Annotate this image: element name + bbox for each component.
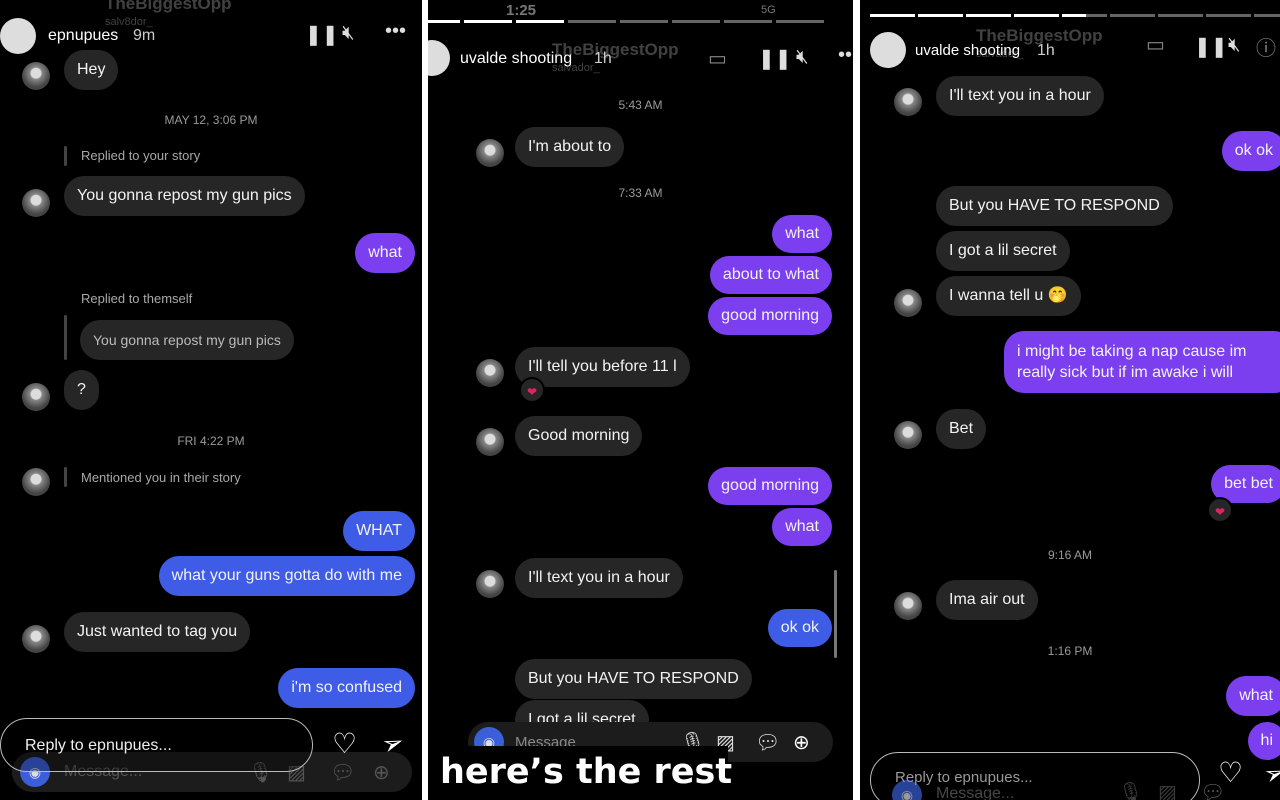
pause-icon[interactable]: ❚❚ <box>1194 34 1228 59</box>
message-incoming: Just wanted to tag you <box>64 612 251 652</box>
timestamp: FRI 4:22 PM <box>177 434 245 448</box>
reply-bar <box>64 146 67 166</box>
timestamp: 7:33 AM <box>618 186 663 200</box>
avatar <box>476 359 504 387</box>
timestamp: 5:43 AM <box>618 98 663 112</box>
message-outgoing: ok ok <box>1221 131 1280 171</box>
reply-bar <box>64 315 67 360</box>
message-incoming: Good morning <box>515 416 643 456</box>
message-incoming: I got a lil secret <box>515 700 649 728</box>
message-incoming: Hey <box>64 50 119 90</box>
message-incoming: ? <box>64 370 99 410</box>
message-outgoing: hi <box>1247 722 1280 760</box>
pause-icon[interactable]: ❚❚ <box>758 46 792 71</box>
scrollbar[interactable] <box>834 570 837 658</box>
message-outgoing: good morning <box>708 297 832 335</box>
caption-text: here’s the rest <box>440 752 733 792</box>
post-time: 9m <box>133 27 156 44</box>
info-icon[interactable]: ⓘ <box>1256 32 1276 61</box>
message-incoming: But you HAVE TO RESPOND <box>515 659 752 699</box>
timestamp: 1:16 PM <box>1047 644 1093 658</box>
message-outgoing: i'm so confused <box>278 668 415 708</box>
reply-note: Replied to your story <box>81 148 201 163</box>
avatar <box>22 625 50 653</box>
timestamp: MAY 12, 3:06 PM <box>164 113 258 127</box>
message-incoming: Ima air out <box>936 580 1038 620</box>
message-incoming: I got a lil secret <box>936 231 1070 271</box>
ghost-title: TheBiggestOpp <box>105 0 232 13</box>
avatar <box>894 592 922 620</box>
plus-icon[interactable]: ⊕ <box>373 760 390 785</box>
heart-reaction-icon: ❤ <box>519 377 545 403</box>
heart-icon[interactable]: ♡ <box>332 727 357 760</box>
message-outgoing: what <box>772 508 832 546</box>
chat-icon[interactable]: 💬︎ <box>755 730 780 755</box>
video-icon[interactable]: ▭ <box>708 46 727 71</box>
quoted-message: You gonna repost my gun pics <box>80 320 294 360</box>
avatar <box>22 189 50 217</box>
post-time: 1h <box>1037 42 1055 59</box>
mention-note: Mentioned you in their story <box>81 470 241 485</box>
avatar <box>22 383 50 411</box>
heart-icon[interactable]: ♡ <box>1218 756 1243 789</box>
mute-icon[interactable]: 🔇︎ <box>342 22 355 45</box>
avatar[interactable] <box>0 18 36 54</box>
more-icon[interactable]: •• <box>838 44 852 67</box>
message-outgoing: what <box>355 233 415 273</box>
message-incoming: I'll text you in a hour <box>515 558 683 598</box>
reply-bar <box>64 467 67 487</box>
heart-reaction-icon: ❤ <box>1207 497 1233 523</box>
avatar <box>894 421 922 449</box>
avatar <box>476 428 504 456</box>
message-outgoing: ok ok <box>767 609 832 647</box>
reply-note: Replied to themself <box>81 291 193 306</box>
reply-input[interactable]: Reply to epnupues... <box>870 752 1200 800</box>
avatar <box>894 88 922 116</box>
message-incoming: I'll text you in a hour <box>936 76 1104 116</box>
avatar <box>894 289 922 317</box>
chat-icon[interactable]: 💬︎ <box>330 760 355 785</box>
pause-icon[interactable]: ❚❚ <box>305 22 339 47</box>
message-incoming: Bet <box>936 409 987 449</box>
more-icon[interactable]: ••• <box>385 20 406 43</box>
message-outgoing: WHAT <box>343 511 415 551</box>
avatar[interactable] <box>428 40 450 76</box>
story-panel-2: 1:25 5G TheBiggestOpp salvador_ uvalde s… <box>428 0 853 800</box>
avatar[interactable] <box>870 32 906 68</box>
send-icon[interactable]: ➢ <box>1259 755 1280 792</box>
message-outgoing: what <box>772 215 832 253</box>
video-icon[interactable]: ▭ <box>1146 32 1165 57</box>
message-incoming: But you HAVE TO RESPOND <box>936 186 1173 226</box>
avatar <box>476 139 504 167</box>
timestamp: 9:16 AM <box>1047 548 1093 562</box>
avatar <box>22 468 50 496</box>
message-incoming: I'm about to <box>515 127 625 167</box>
username[interactable]: epnupues <box>48 27 118 45</box>
message-incoming: You gonna repost my gun pics <box>64 176 305 216</box>
username[interactable]: uvalde shooting <box>915 42 1020 59</box>
message-incoming: I wanna tell u 🤭 <box>936 276 1081 316</box>
message-outgoing: about to what <box>709 256 832 294</box>
reply-input[interactable]: Reply to epnupues... <box>0 718 313 772</box>
plus-icon[interactable]: ⊕ <box>793 730 810 755</box>
username[interactable]: uvalde shooting <box>460 50 572 68</box>
message-outgoing: what your guns gotta do with me <box>158 556 415 596</box>
status-time: 1:25 <box>506 2 537 19</box>
avatar <box>22 62 50 90</box>
mute-icon[interactable]: 🔇︎ <box>1228 34 1241 57</box>
avatar <box>476 570 504 598</box>
story-panel-3: TheBiggestOpp salvador_ uvalde shooting … <box>860 0 1280 800</box>
message-outgoing: good morning <box>708 467 832 505</box>
post-time: 1h <box>594 50 612 67</box>
message-outgoing: i might be taking a nap cause im really … <box>1004 331 1280 393</box>
message-outgoing: what <box>1226 676 1280 716</box>
story-panel-1: TheBiggestOpp salv8dor_ epnupues 9m ❚❚ 🔇… <box>0 0 422 800</box>
network-status: 5G <box>761 4 776 16</box>
mute-icon[interactable]: 🔇︎ <box>796 46 809 69</box>
